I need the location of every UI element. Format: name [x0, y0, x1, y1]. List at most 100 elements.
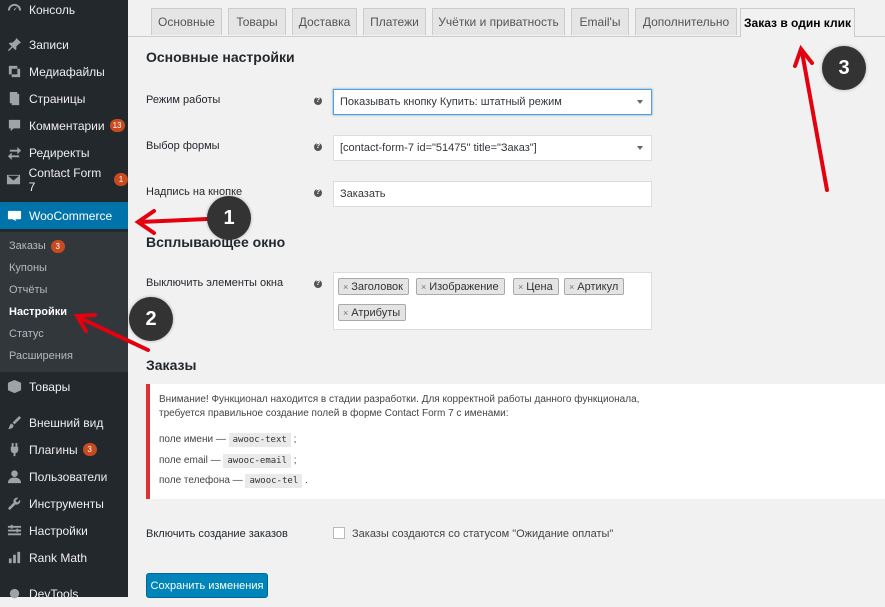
chip-price[interactable]: × Цена	[513, 278, 559, 295]
menu-item-dashboard[interactable]: Консоль	[0, 0, 128, 23]
submenu-item-coupons[interactable]: Купоны	[9, 262, 47, 274]
chip-image[interactable]: × Изображение	[416, 278, 505, 295]
help-icon[interactable]: ?	[314, 97, 322, 105]
media-icon	[6, 64, 22, 80]
help-icon[interactable]: ?	[314, 189, 322, 197]
mode-label: Режим работы	[146, 94, 221, 106]
submenu-item-settings[interactable]: Настройки	[9, 306, 67, 318]
mail-icon	[6, 172, 22, 188]
notice-text: требуется правильное создание полей в фо…	[159, 408, 509, 419]
form-label: Выбор формы	[146, 140, 220, 152]
menu-item-redirects[interactable]: Редиректы	[0, 139, 128, 166]
marker-2: 2	[129, 297, 173, 341]
menu-label: Плагины	[29, 442, 78, 457]
menu-item-woocommerce[interactable]: WooCommerce	[0, 202, 128, 229]
box-icon	[6, 379, 22, 395]
chip-sku[interactable]: × Артикул	[564, 278, 625, 295]
menu-item-contact-form[interactable]: Contact Form 7 1	[0, 165, 128, 194]
menu-item-pages[interactable]: Страницы	[0, 85, 128, 112]
notice-text: Внимание! Функционал находится в стадии …	[159, 394, 640, 405]
submenu-item-status[interactable]: Статус	[9, 328, 44, 340]
plugins-badge: 3	[82, 443, 97, 456]
tab-products[interactable]: Товары	[228, 8, 286, 35]
section-orders-title: Заказы	[146, 357, 197, 373]
menu-label: Консоль	[29, 2, 76, 17]
chevron-down-icon	[637, 146, 643, 150]
disable-elements-label: Выключить элементы окна	[146, 277, 284, 289]
contact-form-badge: 1	[114, 173, 128, 186]
menu-item-posts[interactable]: Записи	[0, 31, 128, 58]
arrow-3-head	[793, 44, 814, 68]
menu-item-plugins[interactable]: Плагины 3	[0, 436, 128, 463]
submenu-item-orders[interactable]: Заказы 3	[9, 240, 65, 253]
remove-icon[interactable]: ×	[343, 282, 348, 292]
menu-label: Внешний вид	[29, 415, 104, 430]
menu-item-comments[interactable]: Комментарии 13	[0, 112, 128, 139]
create-orders-checkbox[interactable]	[333, 527, 345, 539]
page-icon	[6, 91, 22, 107]
pin-icon	[6, 37, 22, 53]
plugin-icon	[6, 442, 22, 458]
submenu-item-reports[interactable]: Отчёты	[9, 284, 47, 296]
disable-elements-multiselect[interactable]: × Заголовок × Изображение × Цена × Артикул ×…	[333, 272, 652, 330]
section-popup-title: Всплывающее окно	[146, 234, 286, 250]
woo-icon	[6, 208, 22, 224]
submenu-item-extensions[interactable]: Расширения	[9, 350, 73, 362]
tab-general[interactable]: Основные	[151, 8, 222, 35]
wrench-icon	[6, 496, 22, 512]
notice-field-email: поле email — awooc-email ;	[159, 454, 297, 468]
remove-icon[interactable]: ×	[421, 282, 426, 292]
tab-payments[interactable]: Платежи	[363, 8, 426, 35]
menu-label: Contact Form 7	[28, 165, 102, 194]
help-icon[interactable]: ?	[314, 280, 322, 288]
create-orders-label: Включить создание заказов	[146, 528, 288, 540]
menu-item-devtools[interactable]: DevTools	[0, 580, 128, 607]
tab-advanced[interactable]: Дополнительно	[635, 8, 737, 35]
arrow-1	[138, 217, 209, 224]
arrow-1-head	[134, 209, 156, 235]
menu-label: Редиректы	[29, 145, 90, 160]
chip-title[interactable]: × Заголовок	[338, 278, 409, 295]
comment-icon	[6, 118, 22, 134]
tab-emails[interactable]: Email'ы	[571, 8, 629, 35]
help-icon[interactable]: ?	[314, 143, 322, 151]
remove-icon[interactable]: ×	[343, 308, 348, 318]
menu-item-tools[interactable]: Инструменты	[0, 490, 128, 517]
redirect-icon	[6, 145, 22, 161]
gear-icon	[6, 586, 22, 602]
notice-field-phone: поле телефона — awooc-tel .	[159, 474, 308, 488]
chip-attributes[interactable]: × Атрибуты	[338, 304, 407, 321]
comments-count-badge: 13	[109, 119, 125, 132]
dashboard-icon	[6, 2, 22, 18]
marker-1: 1	[207, 196, 251, 240]
form-select[interactable]: [contact-form-7 id="51475" title="Заказ"…	[333, 135, 652, 161]
menu-label: Инструменты	[29, 496, 104, 511]
menu-label: Товары	[29, 379, 71, 394]
menu-item-settings[interactable]: Настройки	[0, 517, 128, 544]
mode-select[interactable]: Показывать кнопку Купить: штатный режим	[333, 89, 652, 115]
settings-tabs: Основные Товары Доставка Платежи Учётки …	[128, 0, 885, 37]
remove-icon[interactable]: ×	[569, 282, 574, 292]
brush-icon	[6, 415, 22, 431]
warning-notice: Внимание! Функционал находится в стадии …	[146, 384, 885, 499]
tab-shipping[interactable]: Доставка	[292, 8, 357, 35]
chart-icon	[6, 550, 22, 566]
woocommerce-submenu: Заказы 3 Купоны Отчёты Настройки Статус Р…	[0, 232, 128, 372]
menu-item-appearance[interactable]: Внешний вид	[0, 409, 128, 436]
remove-icon[interactable]: ×	[518, 282, 523, 292]
menu-item-users[interactable]: Пользователи	[0, 463, 128, 490]
settings-icon	[6, 523, 22, 539]
tab-accounts-privacy[interactable]: Учётки и приватность	[432, 8, 565, 35]
menu-item-rank-math[interactable]: Rank Math	[0, 544, 128, 571]
menu-item-products[interactable]: Товары	[0, 373, 128, 400]
menu-item-media[interactable]: Медиафайлы	[0, 58, 128, 85]
save-changes-button[interactable]: Сохранить изменения	[146, 573, 268, 598]
menu-label: Комментарии	[29, 118, 105, 133]
menu-label: Медиафайлы	[29, 64, 105, 79]
create-orders-checkbox-label[interactable]: Заказы создаются со статусом "Ожидание о…	[352, 528, 613, 540]
section-main-settings-title: Основные настройки	[146, 49, 295, 65]
menu-label: DevTools	[29, 586, 79, 601]
menu-label: WooCommerce	[29, 208, 113, 223]
tab-one-click-order[interactable]: Заказ в один клик	[740, 8, 855, 37]
button-text-input[interactable]: Заказать	[333, 181, 652, 207]
